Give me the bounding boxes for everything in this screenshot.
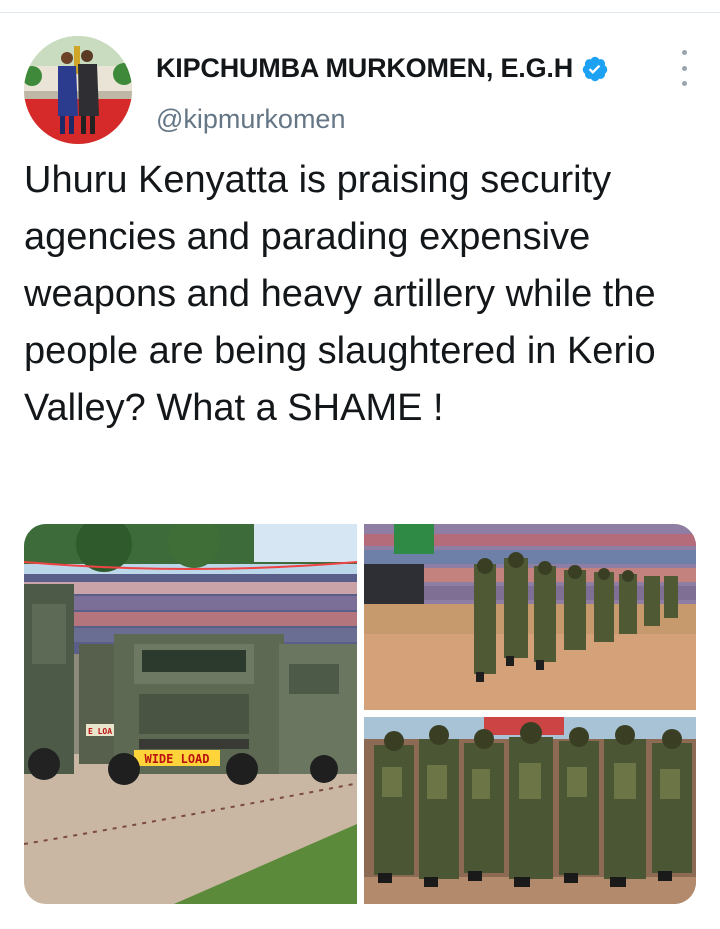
more-dot: [681, 81, 687, 86]
verified-badge-icon: [581, 55, 609, 83]
author-display-name[interactable]: KIPCHUMBA MURKOMEN, E.G.H: [156, 53, 573, 84]
soldiers-marching-stadium-photo[interactable]: [364, 524, 696, 710]
military-trucks-photo[interactable]: WIDE LOAD E LOA: [24, 524, 357, 904]
more-options-icon[interactable]: [672, 50, 696, 86]
wide-load-plate: WIDE LOAD: [144, 752, 209, 766]
tweet-media-grid: WIDE LOAD E LOA: [24, 524, 696, 904]
more-dot: [681, 65, 687, 71]
author-handle[interactable]: @kipmurkomen: [156, 104, 345, 135]
top-divider: [0, 0, 720, 13]
more-dot: [681, 50, 687, 55]
avatar[interactable]: [24, 36, 132, 144]
partial-load-plate: E LOA: [88, 727, 112, 736]
soldiers-marching-closeup-photo[interactable]: [364, 717, 696, 904]
tweet-text: Uhuru Kenyatta is praising security agen…: [24, 159, 656, 429]
author-name-line: KIPCHUMBA MURKOMEN, E.G.H: [156, 53, 609, 84]
tweet-header: KIPCHUMBA MURKOMEN, E.G.H @kipmurkomen: [24, 36, 696, 146]
